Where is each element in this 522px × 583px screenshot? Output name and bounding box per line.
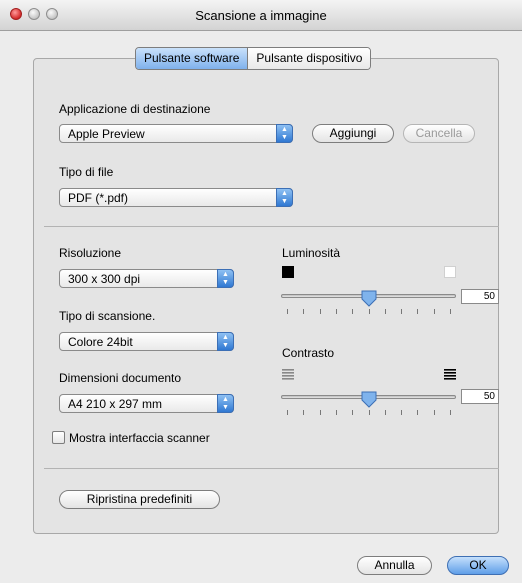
scan-type-select[interactable]: Colore 24bit ▲ ▼ bbox=[59, 332, 234, 351]
slider-tick bbox=[401, 410, 403, 415]
slider-tick bbox=[319, 309, 321, 314]
slider-tick bbox=[319, 410, 321, 415]
slider-tick bbox=[335, 410, 337, 415]
slider-tick bbox=[450, 410, 451, 415]
destination-app-select[interactable]: Apple Preview ▲ ▼ bbox=[59, 124, 293, 143]
file-type-select[interactable]: PDF (*.pdf) ▲ ▼ bbox=[59, 188, 293, 207]
brightness-slider-thumb[interactable] bbox=[361, 290, 377, 307]
slider-tick bbox=[352, 410, 354, 415]
show-scanner-interface-checkbox[interactable] bbox=[52, 431, 65, 444]
light-square-icon bbox=[444, 266, 456, 278]
popup-arrows-icon: ▲ ▼ bbox=[217, 332, 234, 351]
popup-arrows-icon: ▲ ▼ bbox=[217, 269, 234, 288]
slider-tick bbox=[335, 309, 337, 314]
slider-tick bbox=[450, 309, 451, 314]
file-type-label: Tipo di file bbox=[59, 165, 114, 179]
file-type-value: PDF (*.pdf) bbox=[68, 191, 129, 205]
slider-tick bbox=[417, 309, 419, 314]
slider-tick bbox=[384, 410, 386, 415]
popup-arrows-icon: ▲ ▼ bbox=[276, 124, 293, 143]
high-contrast-icon bbox=[444, 369, 456, 380]
slider-tick bbox=[401, 309, 403, 314]
cancel-button[interactable]: Annulla bbox=[357, 556, 432, 575]
title-bar: Scansione a immagine bbox=[0, 0, 522, 31]
ok-button[interactable]: OK bbox=[447, 556, 509, 575]
document-size-value: A4 210 x 297 mm bbox=[68, 397, 163, 411]
resolution-label: Risoluzione bbox=[59, 246, 122, 260]
brightness-value-field[interactable]: 50 bbox=[461, 289, 499, 304]
popup-arrows-icon: ▲ ▼ bbox=[276, 188, 293, 207]
delete-button[interactable]: Cancella bbox=[403, 124, 475, 143]
destination-app-label: Applicazione di destinazione bbox=[59, 102, 211, 116]
destination-app-value: Apple Preview bbox=[68, 127, 145, 141]
resolution-select[interactable]: 300 x 300 dpi ▲ ▼ bbox=[59, 269, 234, 288]
slider-tick bbox=[303, 309, 305, 314]
scan-type-label: Tipo di scansione. bbox=[59, 309, 156, 323]
popup-arrows-icon: ▲ ▼ bbox=[217, 394, 234, 413]
contrast-value-field[interactable]: 50 bbox=[461, 389, 499, 404]
slider-tick bbox=[368, 309, 370, 314]
slider-tick bbox=[287, 410, 288, 415]
slider-tick bbox=[384, 309, 386, 314]
document-size-select[interactable]: A4 210 x 297 mm ▲ ▼ bbox=[59, 394, 234, 413]
slider-tick bbox=[303, 410, 305, 415]
resolution-value: 300 x 300 dpi bbox=[68, 272, 141, 286]
restore-defaults-button[interactable]: Ripristina predefiniti bbox=[59, 490, 220, 509]
add-button[interactable]: Aggiungi bbox=[312, 124, 394, 143]
slider-tick bbox=[433, 410, 435, 415]
slider-tick bbox=[287, 309, 288, 314]
tab-device-button[interactable]: Pulsante dispositivo bbox=[248, 48, 371, 69]
section-divider bbox=[44, 226, 499, 227]
tab-software-button[interactable]: Pulsante software bbox=[136, 48, 249, 69]
low-contrast-icon bbox=[282, 369, 294, 380]
dark-square-icon bbox=[282, 266, 294, 278]
scan-type-value: Colore 24bit bbox=[68, 335, 133, 349]
slider-tick bbox=[368, 410, 370, 415]
slider-tick bbox=[417, 410, 419, 415]
document-size-label: Dimensioni documento bbox=[59, 371, 182, 385]
tab-bar: Pulsante software Pulsante dispositivo bbox=[135, 47, 372, 70]
section-divider bbox=[44, 468, 499, 469]
show-scanner-interface-label: Mostra interfaccia scanner bbox=[69, 431, 210, 445]
slider-tick bbox=[352, 309, 354, 314]
contrast-label: Contrasto bbox=[282, 346, 335, 360]
window-title: Scansione a immagine bbox=[195, 8, 327, 23]
slider-tick bbox=[433, 309, 435, 314]
brightness-label: Luminosità bbox=[282, 246, 341, 260]
contrast-slider-thumb[interactable] bbox=[361, 391, 377, 408]
